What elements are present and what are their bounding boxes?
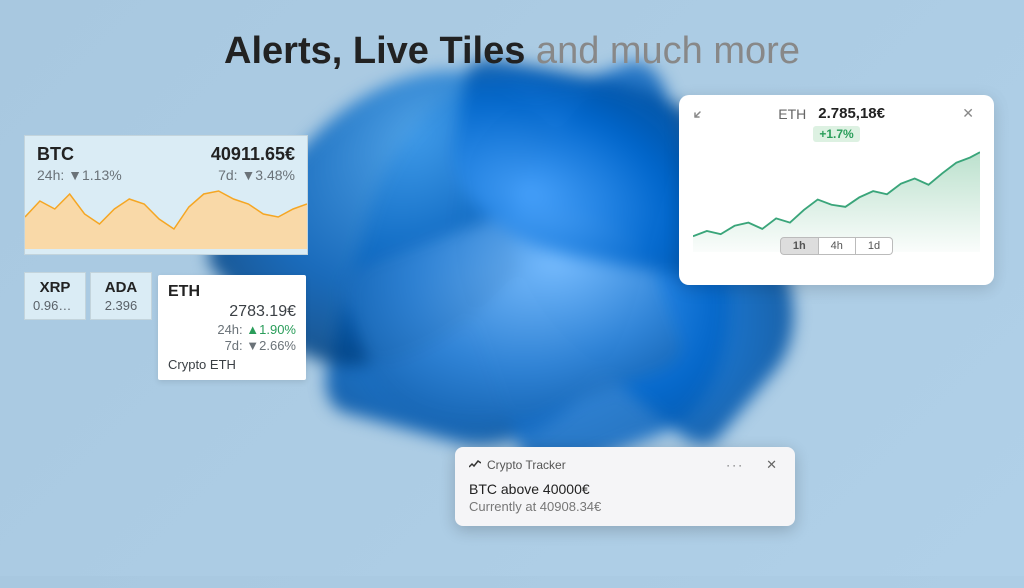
xrp-live-tile[interactable]: XRP 0.963… (24, 272, 86, 320)
eth-symbol: ETH (168, 283, 200, 301)
tab-1d[interactable]: 1d (856, 237, 893, 255)
xrp-symbol: XRP (33, 279, 77, 296)
eth-detail-card[interactable]: ETH 2783.19€ 24h: ▲1.90% 7d: ▼2.66% Cryp… (158, 275, 306, 380)
close-icon[interactable]: ✕ (762, 457, 781, 473)
btc-price: 40911.65€ (211, 144, 295, 165)
tab-1h[interactable]: 1h (780, 237, 819, 255)
headline-rest: and much more (525, 30, 800, 72)
btc-24h: 24h: ▼1.13% (37, 167, 122, 183)
ada-symbol: ADA (99, 279, 143, 296)
btc-symbol: BTC (37, 144, 74, 165)
notification-subtitle: Currently at 40908.34€ (469, 499, 781, 514)
widget-timerange-tabs: 1h 4h 1d (693, 237, 980, 255)
btc-sparkline-chart (25, 189, 307, 249)
eth-price: 2783.19€ (168, 303, 296, 321)
headline: Alerts, Live Tiles and much more (224, 30, 800, 73)
btc-live-tile[interactable]: BTC 40911.65€ 24h: ▼1.13% 7d: ▼3.48% (24, 135, 308, 255)
expand-icon[interactable] (693, 105, 707, 122)
widget-symbol: ETH (778, 106, 806, 122)
trend-icon (469, 459, 481, 472)
btc-7d: 7d: ▼3.48% (218, 167, 295, 183)
alert-notification[interactable]: Crypto Tracker ··· ✕ BTC above 40000€ Cu… (455, 447, 795, 526)
notification-title: BTC above 40000€ (469, 481, 781, 497)
eth-widget-card: ETH 2.785,18€ ✕ +1.7% 1h 4h 1d (679, 95, 994, 285)
more-icon[interactable]: ··· (722, 458, 748, 472)
ada-live-tile[interactable]: ADA 2.396 (90, 272, 152, 320)
headline-bold: Alerts, Live Tiles (224, 30, 525, 72)
tab-4h[interactable]: 4h (819, 237, 856, 255)
widget-change-badge: +1.7% (813, 126, 859, 142)
eth-7d: 7d: ▼2.66% (168, 338, 296, 353)
eth-24h: 24h: ▲1.90% (168, 322, 296, 337)
notification-app-name: Crypto Tracker (487, 458, 566, 472)
widget-price: 2.785,18€ (818, 105, 885, 122)
eth-label: Crypto ETH (168, 357, 296, 372)
xrp-value: 0.963… (33, 298, 77, 313)
close-icon[interactable]: ✕ (956, 105, 980, 122)
ada-value: 2.396 (99, 298, 143, 313)
